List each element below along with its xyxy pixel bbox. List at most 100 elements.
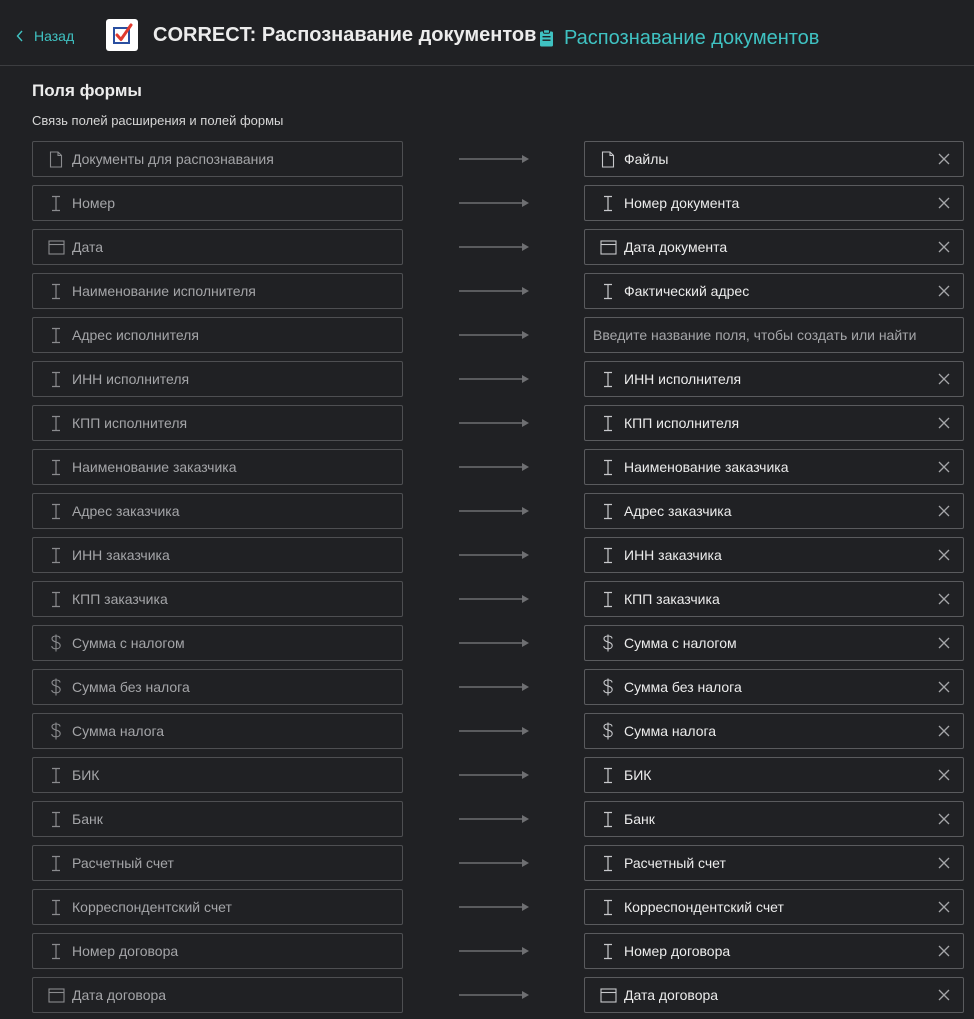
target-field-label: КПП заказчика (624, 591, 720, 607)
source-field-label: Сумма с налогом (72, 635, 185, 651)
close-icon[interactable] (937, 812, 951, 826)
source-field-label: ИНН заказчика (72, 547, 170, 563)
dollar-icon (47, 634, 65, 652)
target-field-label: Фактический адрес (624, 283, 750, 299)
close-icon[interactable] (937, 240, 951, 254)
target-field-label: Банк (624, 811, 655, 827)
source-field: Номер (32, 185, 403, 221)
source-field-label: ИНН исполнителя (72, 371, 190, 387)
target-field-select[interactable]: Фактический адрес (584, 273, 964, 309)
close-icon[interactable] (937, 284, 951, 298)
target-field-select[interactable]: Номер документа (584, 185, 964, 221)
text-cursor-icon (47, 898, 65, 916)
close-icon[interactable] (937, 988, 951, 1002)
text-cursor-icon (47, 370, 65, 388)
arrow-right-icon (459, 504, 531, 518)
target-field-label: Сумма налога (624, 723, 717, 739)
mapping-row: Дата договора Дата договора (32, 977, 964, 1013)
target-field-select[interactable]: Адрес заказчика (584, 493, 964, 529)
target-field-input[interactable]: Введите название поля, чтобы создать или… (584, 317, 964, 353)
source-field-label: Дата договора (72, 987, 167, 1003)
target-field-select[interactable]: Наименование заказчика (584, 449, 964, 485)
dollar-icon (47, 678, 65, 696)
target-field-select[interactable]: Дата договора (584, 977, 964, 1013)
source-field: КПП исполнителя (32, 405, 403, 441)
target-field-select[interactable]: ИНН исполнителя (584, 361, 964, 397)
close-icon[interactable] (937, 900, 951, 914)
target-field-select[interactable]: Номер договора (584, 933, 964, 969)
app-title: CORRECT: Распознавание документов (153, 24, 537, 46)
source-field: Адрес заказчика (32, 493, 403, 529)
source-field-label: БИК (72, 767, 100, 783)
source-field: Дата (32, 229, 403, 265)
mapping-row: Документы для распознавания Файлы (32, 141, 964, 177)
close-icon[interactable] (937, 592, 951, 606)
text-cursor-icon (47, 282, 65, 300)
close-icon[interactable] (937, 460, 951, 474)
arrow-right-icon (459, 900, 531, 914)
close-icon[interactable] (937, 856, 951, 870)
target-field-label: Наименование заказчика (624, 459, 789, 475)
mapping-row: КПП исполнителя КПП исполнителя (32, 405, 964, 441)
source-field-label: Наименование исполнителя (72, 283, 256, 299)
source-field: Расчетный счет (32, 845, 403, 881)
target-field-select[interactable]: Расчетный счет (584, 845, 964, 881)
source-field: Сумма с налогом (32, 625, 403, 661)
text-cursor-icon (599, 898, 617, 916)
source-field-label: Дата (72, 239, 104, 255)
arrow-right-icon (459, 592, 531, 606)
text-cursor-icon (47, 414, 65, 432)
source-field-label: Номер (72, 195, 116, 211)
text-cursor-icon (599, 810, 617, 828)
arrow-right-icon (459, 856, 531, 870)
close-icon[interactable] (937, 548, 951, 562)
mapping-row: КПП заказчика КПП заказчика (32, 581, 964, 617)
process-link[interactable]: Распознавание документов (539, 25, 819, 51)
source-field: Дата договора (32, 977, 403, 1013)
mapping-row: Банк Банк (32, 801, 964, 837)
target-field-label: Расчетный счет (624, 855, 726, 871)
file-icon (47, 150, 65, 168)
arrow-right-icon (459, 724, 531, 738)
text-cursor-icon (47, 326, 65, 344)
target-field-placeholder: Введите название поля, чтобы создать или… (593, 327, 917, 343)
source-field: Адрес исполнителя (32, 317, 403, 353)
target-field-label: ИНН заказчика (624, 547, 722, 563)
target-field-select[interactable]: Файлы (584, 141, 964, 177)
target-field-label: Номер документа (624, 195, 740, 211)
close-icon[interactable] (937, 724, 951, 738)
source-field-label: Адрес заказчика (72, 503, 180, 519)
close-icon[interactable] (937, 416, 951, 430)
close-icon[interactable] (937, 152, 951, 166)
source-field: БИК (32, 757, 403, 793)
target-field-select[interactable]: Корреспондентский счет (584, 889, 964, 925)
mapping-row: Дата Дата документа (32, 229, 964, 265)
target-field-select[interactable]: Сумма без налога (584, 669, 964, 705)
mapping-row: Номер Номер документа (32, 185, 964, 221)
arrow-right-icon (459, 196, 531, 210)
source-field-label: КПП заказчика (72, 591, 168, 607)
target-field-select[interactable]: КПП исполнителя (584, 405, 964, 441)
close-icon[interactable] (937, 372, 951, 386)
close-icon[interactable] (937, 768, 951, 782)
target-field-select[interactable]: КПП заказчика (584, 581, 964, 617)
target-field-select[interactable]: Банк (584, 801, 964, 837)
back-button[interactable]: Назад (16, 26, 74, 46)
target-field-select[interactable]: БИК (584, 757, 964, 793)
close-icon[interactable] (937, 196, 951, 210)
close-icon[interactable] (937, 680, 951, 694)
text-cursor-icon (47, 458, 65, 476)
text-cursor-icon (599, 282, 617, 300)
text-cursor-icon (47, 942, 65, 960)
target-field-label: Корреспондентский счет (624, 899, 784, 915)
close-icon[interactable] (937, 636, 951, 650)
target-field-select[interactable]: ИНН заказчика (584, 537, 964, 573)
dollar-icon (47, 722, 65, 740)
target-field-select[interactable]: Дата документа (584, 229, 964, 265)
file-icon (599, 150, 617, 168)
close-icon[interactable] (937, 944, 951, 958)
target-field-select[interactable]: Сумма с налогом (584, 625, 964, 661)
target-field-select[interactable]: Сумма налога (584, 713, 964, 749)
close-icon[interactable] (937, 504, 951, 518)
source-field: Документы для распознавания (32, 141, 403, 177)
